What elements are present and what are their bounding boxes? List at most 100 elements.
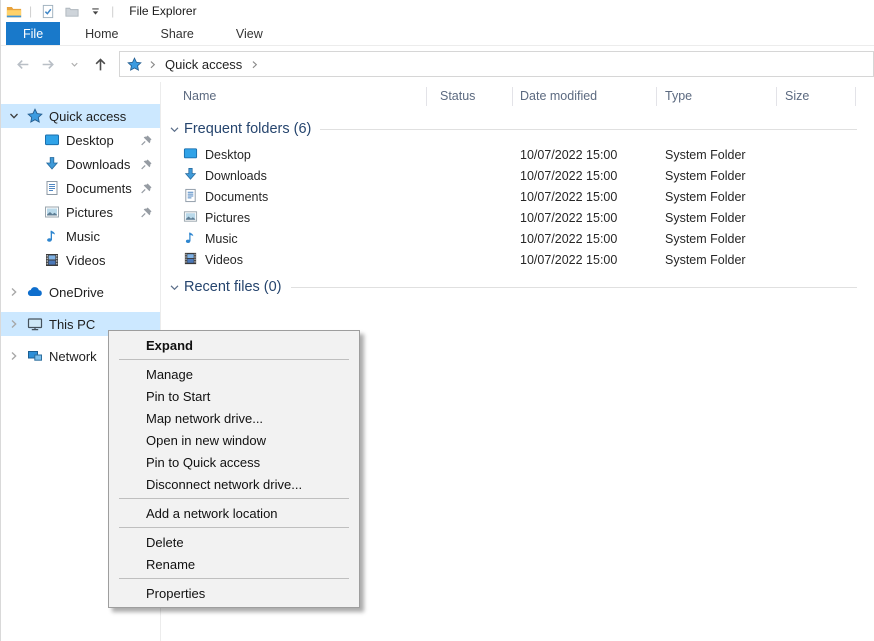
pin-icon[interactable] [140,206,153,219]
sidebar-item-onedrive[interactable]: OneDrive [1,280,160,304]
context-menu-item-add-a-network-location[interactable]: Add a network location [109,502,359,524]
file-date-modified: 10/07/2022 15:00 [513,186,657,207]
group-header-frequent-folders[interactable]: Frequent folders (6) [167,118,874,140]
onedrive-icon [26,284,43,300]
chevron-down-icon[interactable] [167,122,181,136]
sidebar-item-label: Pictures [66,205,113,220]
column-headers: Name Status Date modified Type Size [161,82,874,110]
this-pc-context-menu: Expand Manage Pin to Start Map network d… [108,330,360,608]
file-date-modified: 10/07/2022 15:00 [513,165,657,186]
file-type: System Folder [657,228,777,249]
context-menu-item-delete[interactable]: Delete [109,531,359,553]
context-menu-item-manage[interactable]: Manage [109,363,359,385]
sidebar-item-music[interactable]: Music [1,224,160,248]
chevron-right-icon[interactable] [7,349,21,363]
up-icon[interactable] [87,51,113,77]
file-type: System Folder [657,144,777,165]
context-menu-separator [119,498,349,499]
file-explorer-window: | | File Explorer File Home Share View Q… [0,0,874,641]
context-menu-item-map-network-drive[interactable]: Map network drive... [109,407,359,429]
file-row-music[interactable]: Music 10/07/2022 15:00 System Folder [161,228,874,249]
breadcrumb-chevron-icon[interactable] [249,59,260,70]
back-icon[interactable] [9,51,35,77]
pictures-icon [183,209,198,227]
quick-access-star-icon [127,57,142,72]
context-menu-item-pin-to-start[interactable]: Pin to Start [109,385,359,407]
file-status [427,249,513,270]
new-folder-icon[interactable] [63,3,80,19]
explorer-folder-icon [5,3,22,19]
pictures-icon [43,204,60,220]
address-bar[interactable]: Quick access [119,51,874,77]
column-header-type[interactable]: Type [657,82,777,110]
file-status [427,228,513,249]
group-header-label: Frequent folders (6) [184,121,311,137]
file-type: System Folder [657,207,777,228]
music-icon [43,228,60,244]
sidebar-item-quick-access[interactable]: Quick access [1,104,160,128]
pin-icon[interactable] [140,134,153,147]
group-header-recent-files[interactable]: Recent files (0) [167,276,874,298]
customize-quick-access-toolbar-icon[interactable] [87,3,104,19]
column-header-name[interactable]: Name [161,82,427,110]
tab-view[interactable]: View [219,22,280,45]
file-date-modified: 10/07/2022 15:00 [513,228,657,249]
documents-icon [183,188,198,206]
chevron-down-icon[interactable] [167,280,181,294]
context-menu-separator [119,359,349,360]
column-header-size[interactable]: Size [777,82,856,110]
column-header-status[interactable]: Status [427,82,513,110]
tab-file[interactable]: File [6,22,60,45]
file-row-downloads[interactable]: Downloads 10/07/2022 15:00 System Folder [161,165,874,186]
desktop-icon [43,132,60,148]
sidebar-item-downloads[interactable]: Downloads [1,152,160,176]
file-name: Documents [205,190,268,204]
sidebar-item-label: Music [66,229,100,244]
file-status [427,165,513,186]
group-header-label: Recent files (0) [184,279,282,295]
pin-icon[interactable] [140,182,153,195]
context-menu-item-rename[interactable]: Rename [109,553,359,575]
properties-icon[interactable] [39,3,56,19]
tab-home[interactable]: Home [68,22,135,45]
file-status [427,186,513,207]
recent-locations-chevron-icon[interactable] [61,51,87,77]
titlebar: | | File Explorer [1,0,874,22]
file-status [427,144,513,165]
chevron-right-icon[interactable] [7,317,21,331]
sidebar-item-label: Videos [66,253,106,268]
context-menu-item-pin-to-quick-access[interactable]: Pin to Quick access [109,451,359,473]
file-row-documents[interactable]: Documents 10/07/2022 15:00 System Folder [161,186,874,207]
network-icon [26,348,43,364]
titlebar-divider: | [29,4,32,18]
sidebar-item-videos[interactable]: Videos [1,248,160,272]
pin-icon[interactable] [140,158,153,171]
column-header-date-modified[interactable]: Date modified [513,82,657,110]
file-row-videos[interactable]: Videos 10/07/2022 15:00 System Folder [161,249,874,270]
context-menu-item-expand[interactable]: Expand [109,334,359,356]
context-menu-item-properties[interactable]: Properties [109,582,359,604]
navigation-bar: Quick access [1,46,874,82]
sidebar-item-desktop[interactable]: Desktop [1,128,160,152]
quick-access-star-icon [26,108,43,124]
breadcrumb-chevron-icon[interactable] [147,59,158,70]
file-row-desktop[interactable]: Desktop 10/07/2022 15:00 System Folder [161,144,874,165]
file-row-pictures[interactable]: Pictures 10/07/2022 15:00 System Folder [161,207,874,228]
context-menu-item-disconnect-network-drive[interactable]: Disconnect network drive... [109,473,359,495]
ribbon-tabs: File Home Share View [1,22,874,46]
videos-icon [43,252,60,268]
forward-icon[interactable] [35,51,61,77]
sidebar-item-pictures[interactable]: Pictures [1,200,160,224]
file-type: System Folder [657,186,777,207]
group-header-rule [291,287,857,288]
context-menu-item-open-in-new-window[interactable]: Open in new window [109,429,359,451]
chevron-down-icon[interactable] [7,109,21,123]
chevron-right-icon[interactable] [7,285,21,299]
window-title: File Explorer [129,4,196,18]
documents-icon [43,180,60,196]
tab-share[interactable]: Share [144,22,211,45]
file-name: Pictures [205,211,250,225]
breadcrumb-quick-access[interactable]: Quick access [163,57,244,72]
videos-icon [183,251,198,269]
sidebar-item-documents[interactable]: Documents [1,176,160,200]
